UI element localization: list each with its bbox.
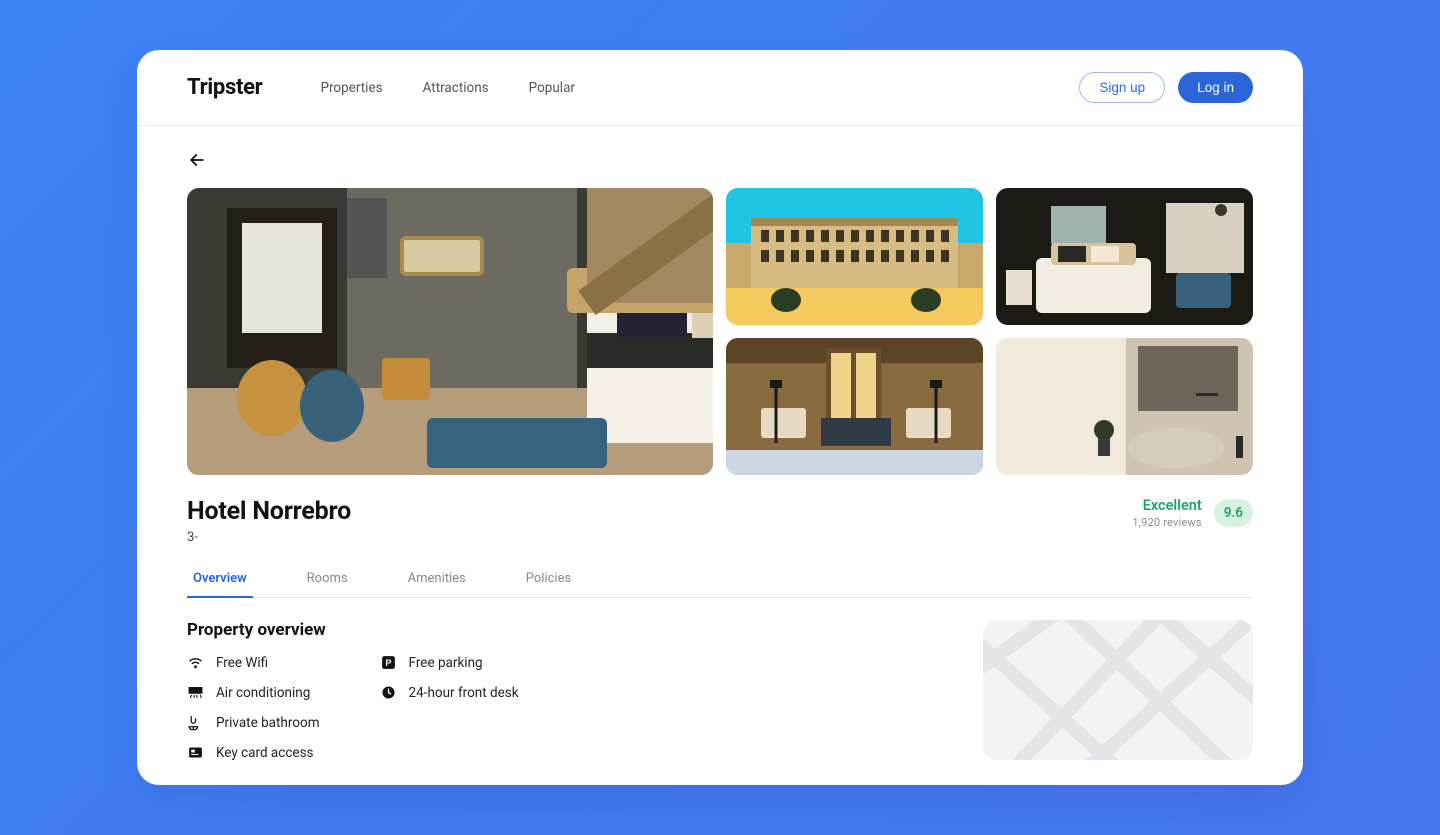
amenity-label: Air conditioning <box>216 685 310 701</box>
location-map[interactable] <box>983 620 1253 760</box>
hotel-subtitle: 3- <box>187 530 351 545</box>
app-card: Tripster Properties Attractions Popular … <box>137 50 1303 785</box>
gallery-photo-exterior[interactable] <box>726 188 983 325</box>
amenity-label: Free Wifi <box>216 655 268 671</box>
gallery-photo-bathroom[interactable] <box>996 338 1253 475</box>
header: Tripster Properties Attractions Popular … <box>137 50 1303 126</box>
overview-title: Property overview <box>187 620 519 640</box>
amenity-frontdesk: 24-hour front desk <box>380 684 519 701</box>
title-row: Hotel Norrebro 3- Excellent 1,920 review… <box>187 497 1253 545</box>
ac-icon <box>187 684 204 701</box>
amenity-label: Free parking <box>409 655 483 671</box>
amenity-parking: P Free parking <box>380 654 519 671</box>
overview-section: Property overview Free Wifi Air conditio… <box>187 620 1253 761</box>
main-nav: Properties Attractions Popular <box>320 80 575 96</box>
amenity-keycard: Key card access <box>187 744 320 761</box>
map-icon <box>983 620 1253 760</box>
login-button[interactable]: Log in <box>1178 72 1253 103</box>
amenity-label: Key card access <box>216 745 314 761</box>
rating-label: Excellent <box>1132 497 1201 514</box>
nav-attractions[interactable]: Attractions <box>423 80 489 96</box>
gallery-photo-main[interactable] <box>187 188 713 475</box>
amenity-ac: Air conditioning <box>187 684 320 701</box>
gallery-photo-bedroom[interactable] <box>996 188 1253 325</box>
amenity-label: Private bathroom <box>216 715 320 731</box>
brand-logo: Tripster <box>187 75 262 100</box>
rating-reviews: 1,920 reviews <box>1132 516 1201 529</box>
amenity-label: 24-hour front desk <box>409 685 519 701</box>
rating-score-badge: 9.6 <box>1214 499 1253 527</box>
hotel-name: Hotel Norrebro <box>187 497 351 526</box>
arrow-left-icon <box>187 150 207 170</box>
tab-rooms[interactable]: Rooms <box>301 571 354 597</box>
rating-box: Excellent 1,920 reviews 9.6 <box>1132 497 1253 529</box>
back-button[interactable] <box>187 150 207 170</box>
parking-icon: P <box>380 654 397 671</box>
nav-properties[interactable]: Properties <box>320 80 382 96</box>
photo-gallery <box>187 188 1253 475</box>
wifi-icon <box>187 654 204 671</box>
tab-overview[interactable]: Overview <box>187 571 253 598</box>
detail-tabs: Overview Rooms Amenities Policies <box>187 571 1253 598</box>
nav-popular[interactable]: Popular <box>529 80 575 96</box>
bathroom-icon <box>187 714 204 731</box>
amenity-bathroom: Private bathroom <box>187 714 320 731</box>
keycard-icon <box>187 744 204 761</box>
svg-text:P: P <box>385 658 391 668</box>
clock-icon <box>380 684 397 701</box>
tab-amenities[interactable]: Amenities <box>402 571 472 597</box>
amenity-wifi: Free Wifi <box>187 654 320 671</box>
gallery-photo-lobby[interactable] <box>726 338 983 475</box>
tab-policies[interactable]: Policies <box>520 571 577 597</box>
signup-button[interactable]: Sign up <box>1079 72 1165 103</box>
